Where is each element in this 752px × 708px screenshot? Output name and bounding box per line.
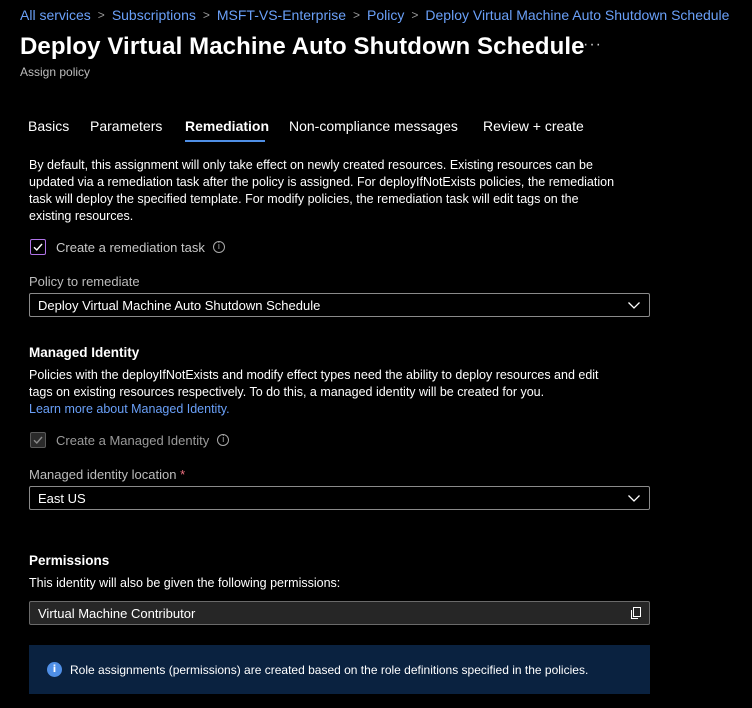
info-icon[interactable]: i [217, 434, 230, 446]
policy-to-remediate-value: Deploy Virtual Machine Auto Shutdown Sch… [38, 297, 321, 313]
managed-identity-location-dropdown[interactable]: East US [29, 486, 650, 510]
tab-basics[interactable]: Basics [28, 118, 90, 142]
create-remediation-task-checkbox[interactable] [30, 239, 46, 255]
create-managed-identity-label: Create a Managed Identity [56, 432, 210, 448]
page-title: Deploy Virtual Machine Auto Shutdown Sch… [20, 33, 585, 60]
more-options-button[interactable]: ··· [583, 36, 602, 54]
learn-more-managed-identity-link[interactable]: Learn more about Managed Identity. [29, 401, 639, 418]
breadcrumb-subscriptions[interactable]: Subscriptions [112, 7, 196, 23]
permissions-description: This identity will also be given the fol… [29, 576, 341, 590]
chevron-down-icon [628, 495, 640, 502]
info-icon[interactable]: i [212, 241, 225, 253]
managed-identity-heading: Managed Identity [29, 345, 140, 360]
info-icon: i [47, 662, 62, 677]
permissions-heading: Permissions [29, 553, 110, 568]
required-indicator: * [180, 467, 186, 482]
permission-role-value: Virtual Machine Contributor [38, 605, 196, 621]
policy-to-remediate-label: Policy to remediate [29, 274, 140, 289]
breadcrumb-current-policy[interactable]: Deploy Virtual Machine Auto Shutdown Sch… [425, 7, 729, 23]
breadcrumb-subscription[interactable]: MSFT-VS-Enterprise [217, 7, 346, 23]
tab-non-compliance-messages[interactable]: Non-compliance messages [289, 118, 483, 142]
breadcrumb-separator-icon: > [411, 8, 419, 22]
policy-to-remediate-dropdown[interactable]: Deploy Virtual Machine Auto Shutdown Sch… [29, 293, 650, 317]
permission-role-field: Virtual Machine Contributor [29, 601, 650, 625]
create-managed-identity-row: Create a Managed Identity i [30, 432, 230, 448]
info-message-text: Role assignments (permissions) are creat… [70, 662, 589, 677]
tab-remediation[interactable]: Remediation [185, 118, 289, 142]
assign-policy-page: All services > Subscriptions > MSFT-VS-E… [0, 0, 752, 708]
breadcrumb-separator-icon: > [97, 8, 105, 22]
breadcrumb-all-services[interactable]: All services [20, 7, 91, 23]
info-message-bar: i Role assignments (permissions) are cre… [29, 645, 650, 694]
tab-parameters[interactable]: Parameters [90, 118, 185, 142]
create-managed-identity-checkbox [30, 432, 46, 448]
breadcrumb-separator-icon: > [202, 8, 210, 22]
managed-identity-location-label: Managed identity location * [29, 467, 186, 482]
checkmark-icon [33, 436, 43, 445]
breadcrumb-separator-icon: > [353, 8, 361, 22]
checkmark-icon [33, 243, 43, 252]
create-remediation-task-label: Create a remediation task [56, 239, 205, 255]
page-subtitle: Assign policy [20, 65, 91, 79]
breadcrumb: All services > Subscriptions > MSFT-VS-E… [20, 7, 729, 23]
managed-identity-description: Policies with the deployIfNotExists and … [29, 367, 639, 418]
tab-review-create[interactable]: Review + create [483, 118, 593, 142]
remediation-intro-text: By default, this assignment will only ta… [29, 158, 615, 223]
managed-identity-location-value: East US [38, 490, 86, 506]
wizard-tabs: Basics Parameters Remediation Non-compli… [28, 118, 593, 142]
breadcrumb-policy[interactable]: Policy [367, 7, 404, 23]
create-remediation-task-row: Create a remediation task i [30, 239, 225, 255]
chevron-down-icon [628, 302, 640, 309]
copy-icon[interactable] [629, 606, 643, 620]
